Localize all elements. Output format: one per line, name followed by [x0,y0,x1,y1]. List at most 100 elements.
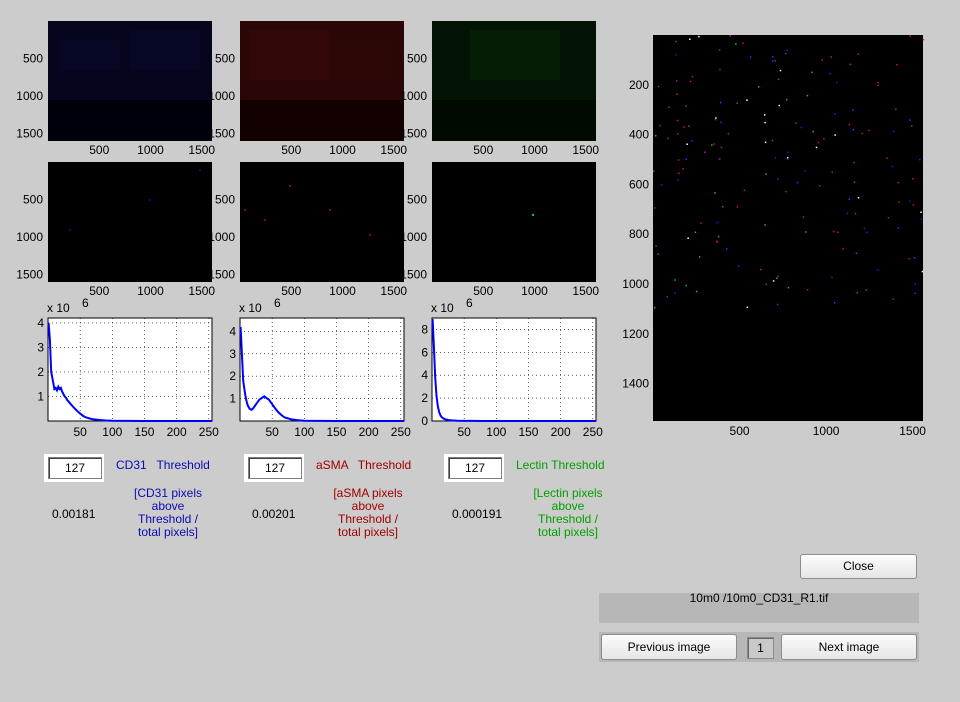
histogram-y-tick-label: 4 [229,324,236,338]
cd31-threshold-label: CD31 Threshold [116,458,210,472]
histogram-y-tick-label: 1 [37,389,44,403]
lectin-threshold-input[interactable]: 127 [448,457,502,479]
image-y-tick-label: 1500 [400,127,427,141]
composite-speckle [919,158,921,161]
composite-speckle [683,126,685,128]
composite-speckle [772,280,775,282]
composite-speckle [910,125,913,127]
image-y-tick-label: 500 [23,52,43,66]
composite-speckle [898,201,900,203]
composite-speckle [771,56,774,58]
histogram-plot-area [431,317,597,422]
composite-speckle [657,253,659,255]
next-image-button[interactable]: Next image [781,634,917,660]
histogram-y-tick-label: 2 [421,391,428,405]
composite-speckle [834,302,836,304]
composite-speckle [729,35,732,37]
composite-speckle [666,296,668,298]
composite-speckle [897,181,900,184]
asma-ratio-description: [aSMA pixels above Threshold / total pixels… [316,487,420,539]
composite-speckle [764,141,767,144]
composite-speckle [832,230,835,233]
composite-speckle [654,135,657,137]
composite-speckle [800,126,803,129]
composite-speckle [674,292,676,294]
composite-speckle [718,158,721,160]
composite-speckle [720,146,723,149]
composite-speckle [834,134,836,136]
histogram-x-tick-label: 150 [134,425,154,439]
histogram-x-tick-label: 100 [486,425,506,439]
composite-speckle [774,60,777,62]
image-y-tick-label: 1000 [16,230,43,244]
composite-speckle [877,81,879,84]
histogram-exponent-power: 6 [274,296,281,310]
lectin-threshold-image [432,162,596,282]
histogram-y-tick-label: 0 [421,414,428,428]
composite-speckle [678,172,680,174]
composite-speckle [776,303,779,306]
image-y-tick-label: 1500 [208,127,235,141]
composite-speckle [855,252,858,254]
composite-speckle [787,151,789,154]
cd31-raw-image-axes: 500 1000 1500 500 1000 1500 500 1000 1500 500 1000… [16,21,599,298]
composite-speckle [830,56,832,58]
asma-threshold-input[interactable]: 127 [248,457,302,479]
composite-y-tick-label: 200 [629,78,649,92]
close-button[interactable]: Close [800,554,917,579]
image-x-tick-label: 500 [89,143,109,157]
composite-speckle [686,143,688,145]
composite-speckle [896,64,898,66]
composite-speckle [719,68,721,71]
histogram-x-tick-label: 100 [294,425,314,439]
composite-speckle [715,117,717,119]
image-y-tick-label: 1000 [208,230,235,244]
image-y-tick-label: 1000 [400,230,427,244]
composite-speckle [682,167,684,170]
composite-image-axes: 500 1000 1500 200 400 600 800 1000 1200 1400 [622,35,926,438]
page-number-field[interactable]: 1 [747,637,774,659]
histogram-plot-area [239,317,405,422]
composite-speckle [852,109,854,111]
previous-image-button[interactable]: Previous image [601,634,737,660]
image-x-tick-label: 1500 [380,143,407,157]
composite-speckle [829,72,831,75]
composite-speckle [657,85,660,88]
histogram-exponent-label: x 10 [47,301,70,315]
composite-speckle [886,157,888,160]
composite-speckle [777,178,779,181]
composite-speckle [765,173,767,175]
image-y-tick-label: 500 [23,193,43,207]
composite-speckle [787,286,790,289]
composite-speckle [835,81,838,84]
composite-speckle [853,181,856,183]
image-y-tick-label: 500 [407,193,427,207]
cd31-threshold-input[interactable]: 127 [48,457,102,479]
asma-threshold-image [240,162,404,282]
composite-speckle [714,192,716,194]
composite-speckle [700,222,702,224]
description-line: total pixels] [537,525,599,539]
composite-speckle [691,140,693,142]
composite-speckle [720,121,722,124]
composite-speckle [853,161,855,164]
composite-speckle [846,212,849,215]
composite-speckle [831,276,833,279]
composite-speckle [763,114,766,116]
composite-speckle [909,35,911,37]
composite-speckle [848,123,851,126]
composite-speckle [922,38,925,41]
composite-speckle [863,227,866,230]
composite-speckle [887,216,890,219]
composite-speckle [676,80,678,82]
composite-speckle [908,258,910,260]
composite-speckle [914,283,916,285]
composite-speckle [727,133,730,135]
asma-threshold-label: aSMA Threshold [316,458,412,472]
composite-speckle [758,86,760,88]
composite-speckle [746,306,749,309]
composite-speckle [895,108,897,110]
image-x-tick-label: 500 [281,143,301,157]
histogram-x-tick-label: 50 [73,425,87,439]
composite-speckle [785,98,788,101]
